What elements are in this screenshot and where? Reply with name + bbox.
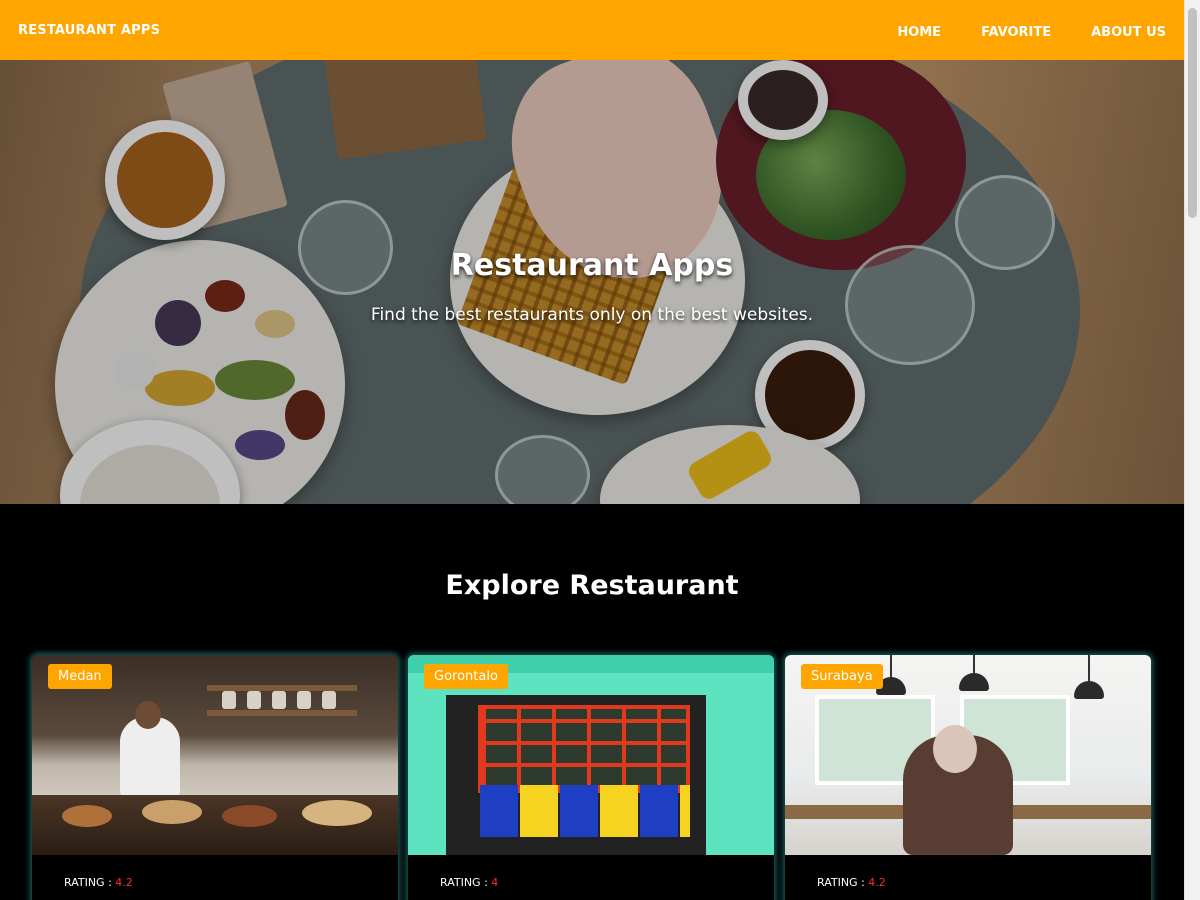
restaurant-image: Surabaya [785, 655, 1151, 855]
nav-link-about-us[interactable]: ABOUT US [1091, 25, 1166, 40]
restaurant-rating: RATING : 4 [440, 876, 498, 889]
nav-link-home[interactable]: HOME [897, 25, 941, 40]
city-badge: Surabaya [801, 664, 883, 689]
hero-content: Restaurant Apps Find the best restaurant… [0, 60, 1184, 504]
rating-value: 4.2 [868, 876, 886, 889]
page-scrollbar[interactable] [1184, 0, 1200, 900]
nav-list: HOME FAVORITE ABOUT US [857, 21, 1166, 40]
rating-value: 4 [491, 876, 499, 889]
city-badge: Gorontalo [424, 664, 508, 689]
restaurant-card[interactable]: Gorontalo RATING : 4 [408, 655, 774, 900]
app-bar: RESTAURANT APPS HOME FAVORITE ABOUT US [0, 0, 1184, 60]
rating-label: RATING : [817, 876, 865, 889]
hero-subtitle: Find the best restaurants only on the be… [370, 304, 814, 325]
hero-banner: Restaurant Apps Find the best restaurant… [0, 60, 1184, 504]
rating-value: 4.2 [115, 876, 133, 889]
nav-item-about: ABOUT US [1091, 21, 1166, 40]
restaurant-rating: RATING : 4.2 [817, 876, 886, 889]
nav-link-favorite[interactable]: FAVORITE [981, 25, 1051, 40]
restaurant-image: Medan [32, 655, 398, 855]
restaurant-card[interactable]: Medan RATING : 4.2 [32, 655, 398, 900]
main-nav: HOME FAVORITE ABOUT US [857, 21, 1166, 40]
restaurant-image: Gorontalo [408, 655, 774, 855]
rating-label: RATING : [64, 876, 112, 889]
restaurant-rating: RATING : 4.2 [64, 876, 133, 889]
scrollbar-thumb[interactable] [1188, 8, 1197, 218]
nav-item-favorite: FAVORITE [981, 21, 1051, 40]
brand-link[interactable]: RESTAURANT APPS [18, 23, 160, 38]
nav-item-home: HOME [897, 21, 941, 40]
hero-title: Restaurant Apps [450, 247, 734, 283]
rating-label: RATING : [440, 876, 488, 889]
restaurant-card[interactable]: Surabaya RATING : 4.2 [785, 655, 1151, 900]
city-badge: Medan [48, 664, 112, 689]
explore-title: Explore Restaurant [445, 570, 739, 601]
